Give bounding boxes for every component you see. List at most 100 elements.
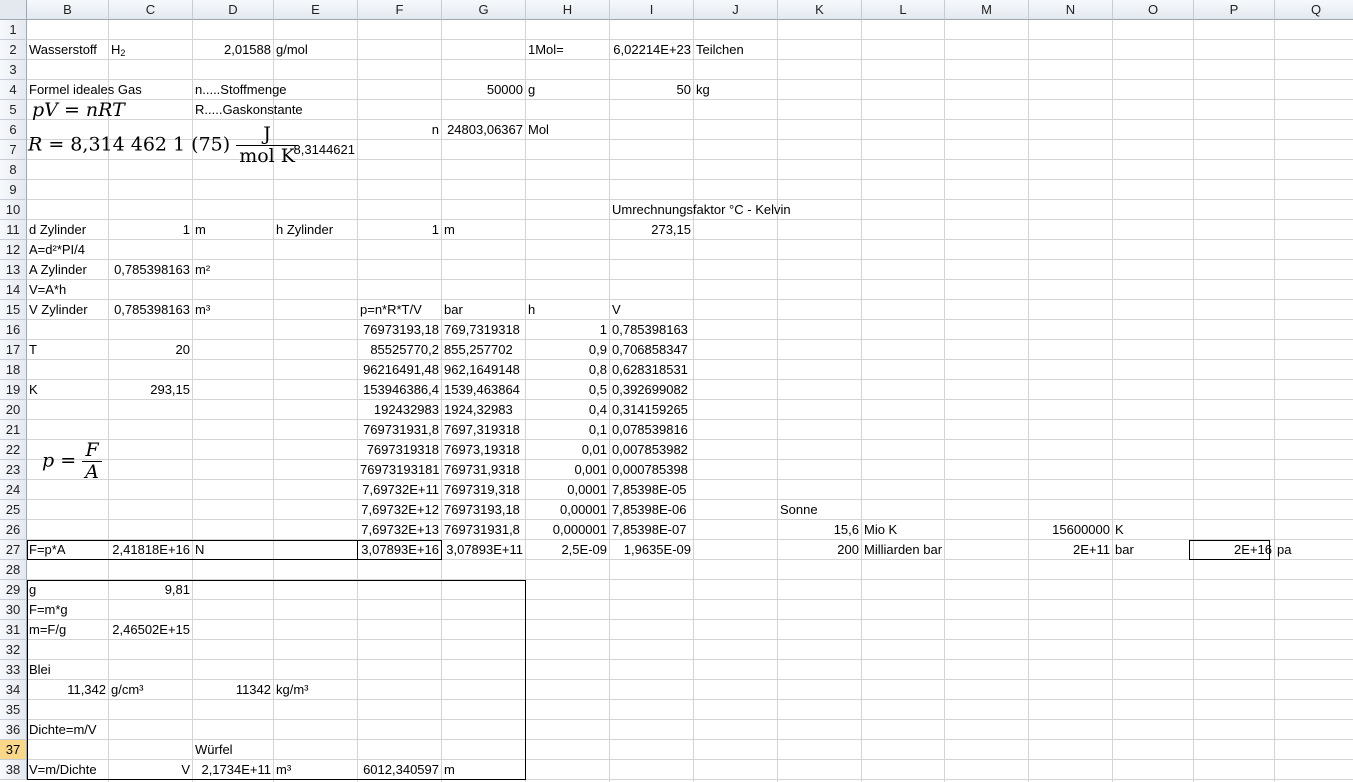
cell-i18[interactable]: 0,628318531: [610, 360, 690, 379]
cell-g23[interactable]: 769731,9318: [442, 460, 522, 479]
spreadsheet-grid[interactable]: BCDEFGHIJKLMNOPQ 1 2 3 4 5 6 7 8 9 10 11 12 13 14 15 16…: [0, 0, 1353, 782]
row-header-35[interactable]: 35: [0, 700, 27, 720]
cell-h19[interactable]: 0,5: [526, 380, 609, 399]
cell-l26[interactable]: Mio K: [862, 520, 899, 539]
cell-c31[interactable]: 2,46502E+15: [109, 620, 192, 639]
column-header-l[interactable]: L: [862, 0, 945, 20]
cell-g25[interactable]: 76973193,18: [442, 500, 522, 519]
cell-f26[interactable]: 7,69732E+13: [358, 520, 441, 539]
row-header-30[interactable]: 30: [0, 600, 27, 620]
row-header-33[interactable]: 33: [0, 660, 27, 680]
cell-q27[interactable]: pa: [1275, 540, 1293, 559]
cell-i17[interactable]: 0,706858347: [610, 340, 690, 359]
cell-l27[interactable]: Milliarden bar: [862, 540, 944, 559]
row-header-3[interactable]: 3: [0, 60, 27, 80]
column-header-q[interactable]: Q: [1275, 0, 1353, 20]
cell-d2[interactable]: 2,01588: [193, 40, 273, 59]
cell-g20[interactable]: 1924,32983: [442, 400, 515, 419]
cell-g11[interactable]: m: [442, 220, 457, 239]
cell-i27[interactable]: 1,9635E-09: [610, 540, 693, 559]
cell-f38[interactable]: 6012,340597: [358, 760, 441, 779]
cell-i20[interactable]: 0,314159265: [610, 400, 690, 419]
cell-b2[interactable]: Wasserstoff: [27, 40, 99, 59]
cell-d4[interactable]: n.....Stoffmenge: [193, 80, 289, 99]
cell-f18[interactable]: 96216491,48: [358, 360, 441, 379]
row-header-6[interactable]: 6: [0, 120, 27, 140]
cell-g24[interactable]: 7697319,318: [442, 480, 522, 499]
cell-i10[interactable]: Umrechnungsfaktor °C - Kelvin: [610, 200, 793, 219]
cell-g38[interactable]: m: [442, 760, 457, 779]
row-header-26[interactable]: 26: [0, 520, 27, 540]
row-header-20[interactable]: 20: [0, 400, 27, 420]
row-header-18[interactable]: 18: [0, 360, 27, 380]
row-header-36[interactable]: 36: [0, 720, 27, 740]
cell-b4[interactable]: Formel ideales Gas: [27, 80, 144, 99]
row-header-9[interactable]: 9: [0, 180, 27, 200]
cell-f20[interactable]: 192432983: [358, 400, 441, 419]
cell-c29[interactable]: 9,81: [109, 580, 192, 599]
row-header-10[interactable]: 10: [0, 200, 27, 220]
cell-g21[interactable]: 7697,319318: [442, 420, 522, 439]
column-header-j[interactable]: J: [694, 0, 778, 20]
cell-i16[interactable]: 0,785398163: [610, 320, 690, 339]
row-header-22[interactable]: 22: [0, 440, 27, 460]
cell-e34[interactable]: kg/m³: [274, 680, 311, 699]
cell-i23[interactable]: 0,000785398: [610, 460, 690, 479]
row-header-19[interactable]: 19: [0, 380, 27, 400]
cell-g19[interactable]: 1539,463864: [442, 380, 522, 399]
row-header-11[interactable]: 11: [0, 220, 27, 240]
cell-h20[interactable]: 0,4: [526, 400, 609, 419]
cell-e2[interactable]: g/mol: [274, 40, 310, 59]
cell-g22[interactable]: 76973,19318: [442, 440, 522, 459]
cell-b19[interactable]: K: [27, 380, 40, 399]
cell-b36[interactable]: Dichte=m/V: [27, 720, 99, 739]
cell-c13[interactable]: 0,785398163: [109, 260, 192, 279]
cell-g17[interactable]: 855,257702: [442, 340, 515, 359]
row-header-34[interactable]: 34: [0, 680, 27, 700]
cell-h27[interactable]: 2,5E-09: [526, 540, 609, 559]
row-header-29[interactable]: 29: [0, 580, 27, 600]
cell-h22[interactable]: 0,01: [526, 440, 609, 459]
cell-i25[interactable]: 7,85398E-06: [610, 500, 688, 519]
column-header-b[interactable]: B: [27, 0, 109, 20]
cell-n26[interactable]: 15600000: [1029, 520, 1112, 539]
row-header-13[interactable]: 13: [0, 260, 27, 280]
cell-h4[interactable]: g: [526, 80, 537, 99]
cell-i2[interactable]: 6,02214E+23: [610, 40, 693, 59]
cell-b11[interactable]: d Zylinder: [27, 220, 88, 239]
row-header-27[interactable]: 27: [0, 540, 27, 560]
row-header-2[interactable]: 2: [0, 40, 27, 60]
cell-e11[interactable]: h Zylinder: [274, 220, 335, 239]
cell-g6[interactable]: 24803,06367: [442, 120, 525, 139]
row-header-24[interactable]: 24: [0, 480, 27, 500]
cell-b34[interactable]: 11,342: [27, 680, 108, 699]
cell-o27[interactable]: bar: [1113, 540, 1136, 559]
column-header-m[interactable]: M: [945, 0, 1029, 20]
row-header-8[interactable]: 8: [0, 160, 27, 180]
cell-d13[interactable]: m²: [193, 260, 212, 279]
cell-b27[interactable]: F=p*A: [27, 540, 68, 559]
column-header-h[interactable]: H: [526, 0, 610, 20]
cell-f27[interactable]: 3,07893E+16: [358, 540, 441, 559]
cell-d11[interactable]: m: [193, 220, 208, 239]
column-header-o[interactable]: O: [1113, 0, 1194, 20]
cell-g16[interactable]: 769,7319318: [442, 320, 522, 339]
row-header-7[interactable]: 7: [0, 140, 27, 160]
cell-g27[interactable]: 3,07893E+11: [442, 540, 525, 559]
column-header-f[interactable]: F: [358, 0, 442, 20]
row-header-23[interactable]: 23: [0, 460, 27, 480]
cell-d27[interactable]: N: [193, 540, 206, 559]
cell-i26[interactable]: 7,85398E-07: [610, 520, 688, 539]
cell-b33[interactable]: Blei: [27, 660, 53, 679]
cell-d15[interactable]: m³: [193, 300, 212, 319]
cell-h15[interactable]: h: [526, 300, 537, 319]
row-header-37[interactable]: 37: [0, 740, 27, 760]
cell-h25[interactable]: 0,00001: [526, 500, 609, 519]
cell-b15[interactable]: V Zylinder: [27, 300, 90, 319]
row-header-4[interactable]: 4: [0, 80, 27, 100]
cell-h16[interactable]: 1: [526, 320, 609, 339]
cell-c38[interactable]: V: [109, 760, 192, 779]
cell-i21[interactable]: 0,078539816: [610, 420, 690, 439]
cell-b12[interactable]: A=d²*PI/4: [27, 240, 87, 259]
cell-c11[interactable]: 1: [109, 220, 192, 239]
